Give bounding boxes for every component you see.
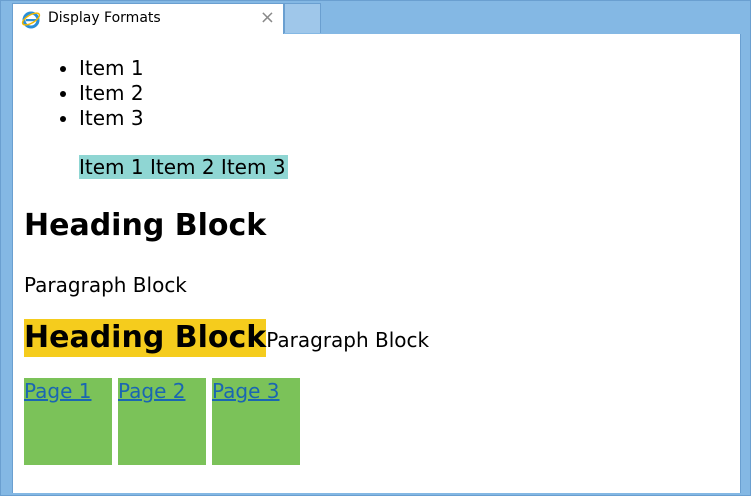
new-tab-button[interactable] bbox=[284, 3, 321, 33]
page-box-2: Page 2 bbox=[118, 378, 206, 465]
page-1-link[interactable]: Page 1 bbox=[24, 379, 92, 403]
inline-paragraph: Paragraph Block bbox=[266, 328, 430, 352]
heading-block: Heading Block bbox=[24, 208, 267, 243]
inline-blocks-row: Heading BlockParagraph Block bbox=[24, 319, 429, 357]
tab-display-formats[interactable]: Display Formats × bbox=[12, 3, 284, 34]
ie-icon bbox=[21, 11, 41, 29]
paragraph-block: Paragraph Block bbox=[24, 273, 187, 297]
tab-bar: Display Formats × bbox=[1, 1, 750, 34]
browser-window: Display Formats × Item 1 Item 2 Item 3 I… bbox=[0, 0, 751, 496]
page-box-1: Page 1 bbox=[24, 378, 112, 465]
page-2-link[interactable]: Page 2 bbox=[118, 379, 186, 403]
inline-heading: Heading Block bbox=[24, 319, 267, 357]
list-item: Item 3 bbox=[79, 106, 144, 131]
bullet-list: Item 1 Item 2 Item 3 bbox=[61, 56, 144, 131]
page-content: Item 1 Item 2 Item 3 Item 1 Item 2 Item … bbox=[12, 34, 741, 493]
list-item: Item 2 bbox=[79, 81, 144, 106]
close-icon[interactable]: × bbox=[260, 7, 275, 28]
inline-list: Item 1 Item 2 Item 3 bbox=[79, 155, 288, 179]
page-3-link[interactable]: Page 3 bbox=[212, 379, 280, 403]
page-box-3: Page 3 bbox=[212, 378, 300, 465]
tab-title: Display Formats bbox=[48, 10, 161, 26]
list-item: Item 1 bbox=[79, 56, 144, 81]
